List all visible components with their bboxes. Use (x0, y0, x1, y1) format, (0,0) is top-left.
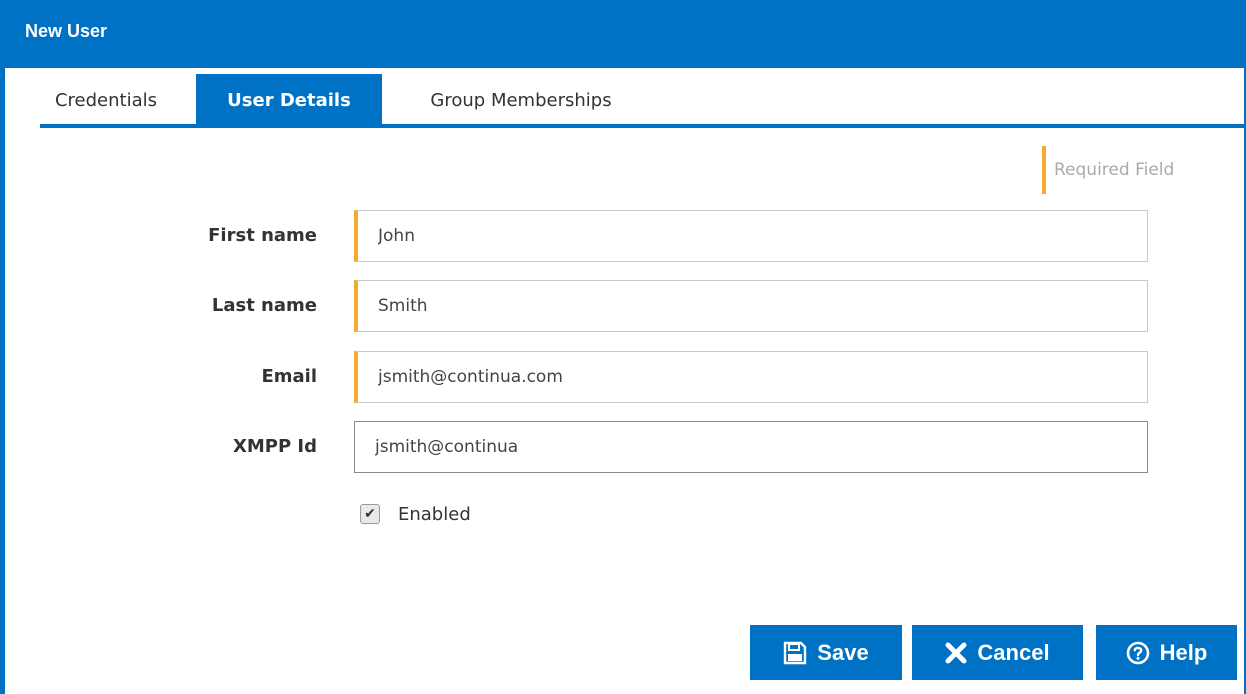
required-field-legend: Required Field (1042, 146, 1174, 194)
save-button[interactable]: Save (750, 625, 902, 680)
help-icon (1126, 641, 1150, 665)
save-icon (783, 641, 807, 665)
new-user-dialog: New User Credentials User Details Group … (0, 0, 1246, 694)
email-field[interactable] (354, 351, 1148, 403)
close-icon (945, 642, 967, 664)
tab-group-memberships[interactable]: Group Memberships (391, 74, 651, 126)
save-label: Save (817, 639, 869, 665)
email-row: Email (5, 351, 1244, 403)
tab-underline (40, 124, 1244, 128)
help-button[interactable]: Help (1096, 625, 1237, 680)
email-label: Email (261, 366, 317, 387)
xmpp-id-row: XMPP Id (5, 421, 1244, 473)
first-name-row: First name (5, 210, 1244, 262)
enabled-checkbox[interactable]: ✔ (360, 504, 380, 524)
last-name-label: Last name (211, 295, 317, 316)
xmpp-id-label: XMPP Id (232, 436, 317, 457)
dialog-title: New User (5, 0, 1244, 68)
cancel-button[interactable]: Cancel (912, 625, 1083, 680)
tab-credentials[interactable]: Credentials (22, 74, 190, 126)
first-name-field[interactable] (354, 210, 1148, 262)
first-name-label: First name (208, 225, 317, 246)
last-name-row: Last name (5, 280, 1244, 332)
tab-user-details[interactable]: User Details (196, 74, 382, 126)
enabled-label: Enabled (398, 504, 471, 525)
xmpp-id-field[interactable] (354, 421, 1148, 473)
cancel-label: Cancel (977, 639, 1050, 665)
last-name-field[interactable] (354, 280, 1148, 332)
help-label: Help (1159, 639, 1208, 665)
tab-bar: Credentials User Details Group Membershi… (5, 74, 1244, 128)
